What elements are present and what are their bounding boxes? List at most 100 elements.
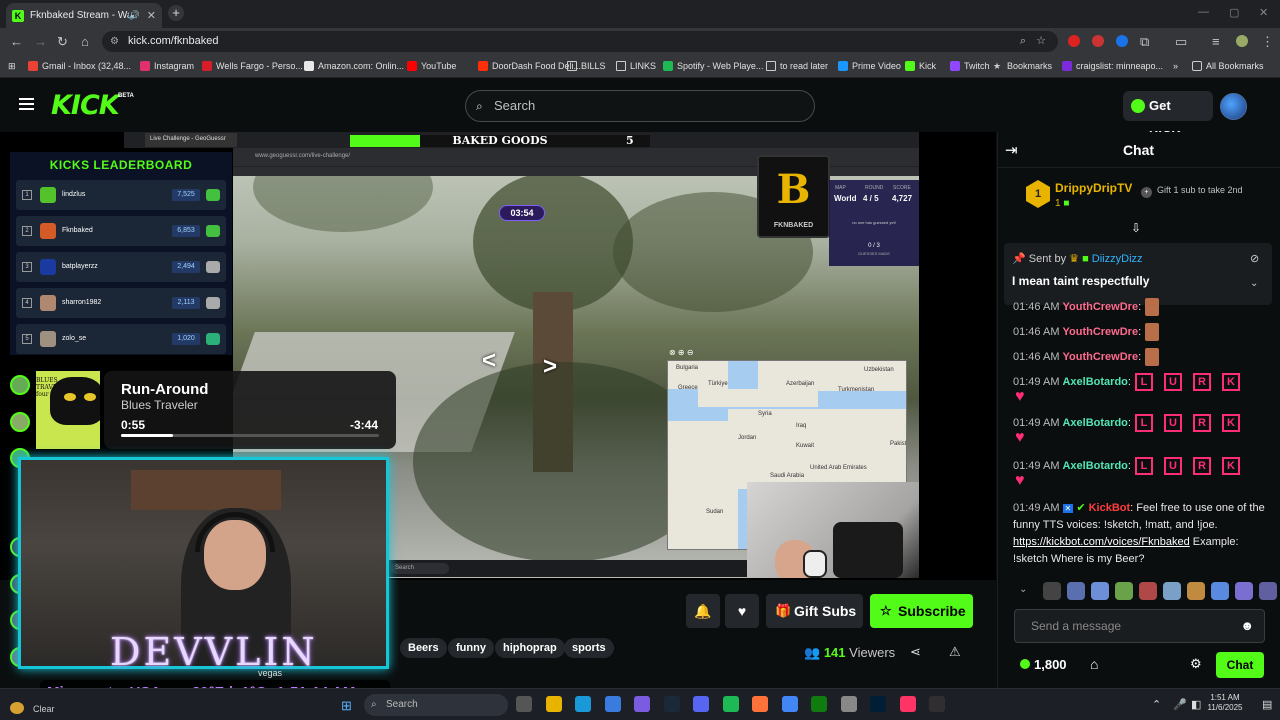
notification-bell-button[interactable]: 🔔 bbox=[686, 594, 720, 628]
bookmark-star-icon[interactable]: ☆ bbox=[1036, 31, 1046, 52]
all-bookmarks[interactable]: All Bookmarks bbox=[1192, 61, 1264, 71]
gift-subs-button[interactable]: 🎁 Gift Subs bbox=[766, 594, 863, 628]
channel-points[interactable]: 1,800 bbox=[1020, 657, 1067, 672]
chat-username[interactable]: YouthCrewDre bbox=[1062, 301, 1138, 313]
minimize-icon[interactable]: — bbox=[1198, 6, 1209, 18]
quick-emote[interactable] bbox=[1163, 582, 1181, 600]
chat-username[interactable]: AxelBotardo bbox=[1062, 376, 1127, 388]
spotify-icon[interactable] bbox=[722, 696, 739, 712]
quick-emote[interactable] bbox=[1067, 582, 1085, 600]
system-clock[interactable]: 1:51 AM 11/6/2025 bbox=[1200, 693, 1250, 713]
sidebar-channel-avatar[interactable] bbox=[10, 375, 30, 395]
close-window-icon[interactable]: ✕ bbox=[1259, 6, 1268, 19]
xbox-icon[interactable] bbox=[811, 696, 827, 712]
kick-logo[interactable]: KICK bbox=[51, 90, 120, 121]
url-field[interactable]: ⚙ kick.com/fknbaked ⌕ ☆ bbox=[102, 31, 1058, 52]
extensions-puzzle-icon[interactable]: ⧉ bbox=[1140, 34, 1149, 50]
notification-icon[interactable]: ▤ bbox=[1262, 698, 1272, 711]
forward-icon[interactable]: → bbox=[34, 34, 47, 49]
chat-settings-icon[interactable]: ⚙ bbox=[1190, 656, 1202, 672]
weather-icon[interactable] bbox=[10, 702, 24, 714]
store-app-icon[interactable] bbox=[604, 696, 621, 712]
chat-username[interactable]: YouthCrewDre bbox=[1062, 326, 1138, 338]
bookmark-item[interactable]: Gmail - Inbox (32,48... bbox=[28, 61, 131, 71]
extension-icon[interactable] bbox=[1116, 35, 1128, 47]
quick-emote[interactable] bbox=[1115, 582, 1133, 600]
emote-prev-icon[interactable]: ⌄ bbox=[1019, 584, 1027, 595]
bookmark-item[interactable]: craigslist: minneapo... bbox=[1062, 61, 1163, 71]
quick-emote[interactable] bbox=[1235, 582, 1253, 600]
gift-prompt[interactable]: + Gift 1 sub to take 2nd bbox=[1141, 185, 1266, 198]
tab-close-icon[interactable]: ✕ bbox=[147, 9, 156, 22]
chevron-down-icon[interactable]: ⌄ bbox=[1250, 278, 1258, 289]
home-icon[interactable]: ⌂ bbox=[81, 34, 89, 49]
photoshop-icon[interactable] bbox=[870, 696, 886, 712]
tray-overflow-icon[interactable]: ⌃ bbox=[1152, 698, 1161, 711]
extension-icon[interactable] bbox=[1092, 35, 1104, 47]
sidebar-channel-avatar[interactable] bbox=[10, 412, 30, 432]
bookmark-item[interactable]: to read later bbox=[766, 61, 828, 71]
quick-emote[interactable] bbox=[1139, 582, 1157, 600]
obs-icon[interactable] bbox=[929, 696, 945, 712]
bookmark-item[interactable]: BILLS bbox=[567, 61, 606, 71]
bookmark-item[interactable]: LINKS bbox=[616, 61, 656, 71]
subscribe-button[interactable]: ☆ Subscribe bbox=[870, 594, 973, 628]
stream-tag[interactable]: sports bbox=[564, 638, 614, 658]
reload-icon[interactable]: ↻ bbox=[57, 34, 68, 50]
bookmark-item[interactable]: DoorDash Food Deli... bbox=[478, 61, 581, 71]
follow-button[interactable]: ♥ bbox=[725, 594, 759, 628]
extension-icon[interactable] bbox=[1068, 35, 1080, 47]
bookmark-item[interactable]: YouTube bbox=[407, 61, 456, 71]
chat-link[interactable]: https://kickbot.com/voices/Fknbaked bbox=[1013, 536, 1190, 548]
firefox-icon[interactable] bbox=[752, 696, 768, 712]
send-chat-button[interactable]: Chat bbox=[1216, 652, 1264, 678]
chat-username[interactable]: AxelBotardo bbox=[1062, 460, 1127, 472]
map-controls[interactable]: ⊗ ⊕ ⊖ bbox=[669, 348, 694, 357]
bookmark-item[interactable]: Kick bbox=[905, 61, 936, 71]
start-icon[interactable]: ⊞ bbox=[341, 698, 352, 714]
discord-icon[interactable] bbox=[693, 696, 709, 712]
chat-username[interactable]: YouthCrewDre bbox=[1062, 351, 1138, 363]
bookmark-item[interactable]: Amazon.com: Onlin... bbox=[304, 61, 404, 71]
maximize-icon[interactable]: ▢ bbox=[1229, 6, 1239, 19]
user-avatar[interactable] bbox=[1220, 93, 1247, 120]
taskbar-search[interactable]: ⌕ Search bbox=[364, 694, 508, 716]
explorer-icon[interactable] bbox=[545, 696, 562, 712]
snip-icon[interactable] bbox=[840, 696, 857, 712]
bookmark-item[interactable]: Twitch bbox=[950, 61, 990, 71]
bookmark-item[interactable]: Instagram bbox=[140, 61, 194, 71]
chrome-icon[interactable] bbox=[781, 696, 798, 712]
hamburger-menu-icon[interactable] bbox=[19, 98, 34, 110]
apps-grid-icon[interactable]: ⊞ bbox=[8, 61, 16, 72]
bookmark-item[interactable]: Prime Video bbox=[838, 61, 901, 71]
quick-emote[interactable] bbox=[1211, 582, 1229, 600]
browser-tab[interactable]: K Fknbaked Stream - Watch L 🔊 ✕ bbox=[6, 3, 162, 28]
stream-tag[interactable]: funny bbox=[448, 638, 494, 658]
zoom-icon[interactable]: ⌕ bbox=[1020, 31, 1026, 52]
chat-username[interactable]: AxelBotardo bbox=[1062, 417, 1127, 429]
store-icon[interactable]: ⌂ bbox=[1090, 656, 1098, 672]
task-view-icon[interactable] bbox=[516, 696, 532, 712]
expand-leaderboard-icon[interactable]: ⇩ bbox=[1131, 221, 1141, 235]
chat-input[interactable]: Send a message ☻ bbox=[1014, 609, 1265, 643]
quick-emote[interactable] bbox=[1091, 582, 1109, 600]
back-icon[interactable]: ← bbox=[10, 34, 23, 49]
quick-emote[interactable] bbox=[1259, 582, 1277, 600]
stream-tag[interactable]: Beers bbox=[400, 638, 447, 658]
bookmark-item[interactable]: Wells Fargo - Perso... bbox=[202, 61, 303, 71]
site-info-icon[interactable]: ⚙ bbox=[110, 31, 119, 52]
profile-avatar[interactable] bbox=[1236, 35, 1248, 47]
quick-emote[interactable] bbox=[1187, 582, 1205, 600]
bookmark-item[interactable]: Spotify - Web Playe... bbox=[663, 61, 763, 71]
report-icon[interactable]: ⚠ bbox=[949, 644, 961, 660]
more-bookmarks-icon[interactable]: » bbox=[1173, 61, 1178, 71]
menu-kebab-icon[interactable]: ⋮ bbox=[1261, 34, 1274, 50]
search-input[interactable]: ⌕ Search bbox=[465, 90, 815, 122]
copilot-icon[interactable] bbox=[634, 696, 650, 712]
new-tab-button[interactable]: + bbox=[168, 5, 184, 21]
move-right-arrow-icon[interactable]: > bbox=[543, 353, 557, 381]
edge-icon[interactable] bbox=[575, 696, 591, 712]
quick-emote[interactable] bbox=[1043, 582, 1061, 600]
stream-tag[interactable]: hiphoprap bbox=[495, 638, 565, 658]
microphone-icon[interactable]: 🎤 bbox=[1173, 698, 1187, 711]
